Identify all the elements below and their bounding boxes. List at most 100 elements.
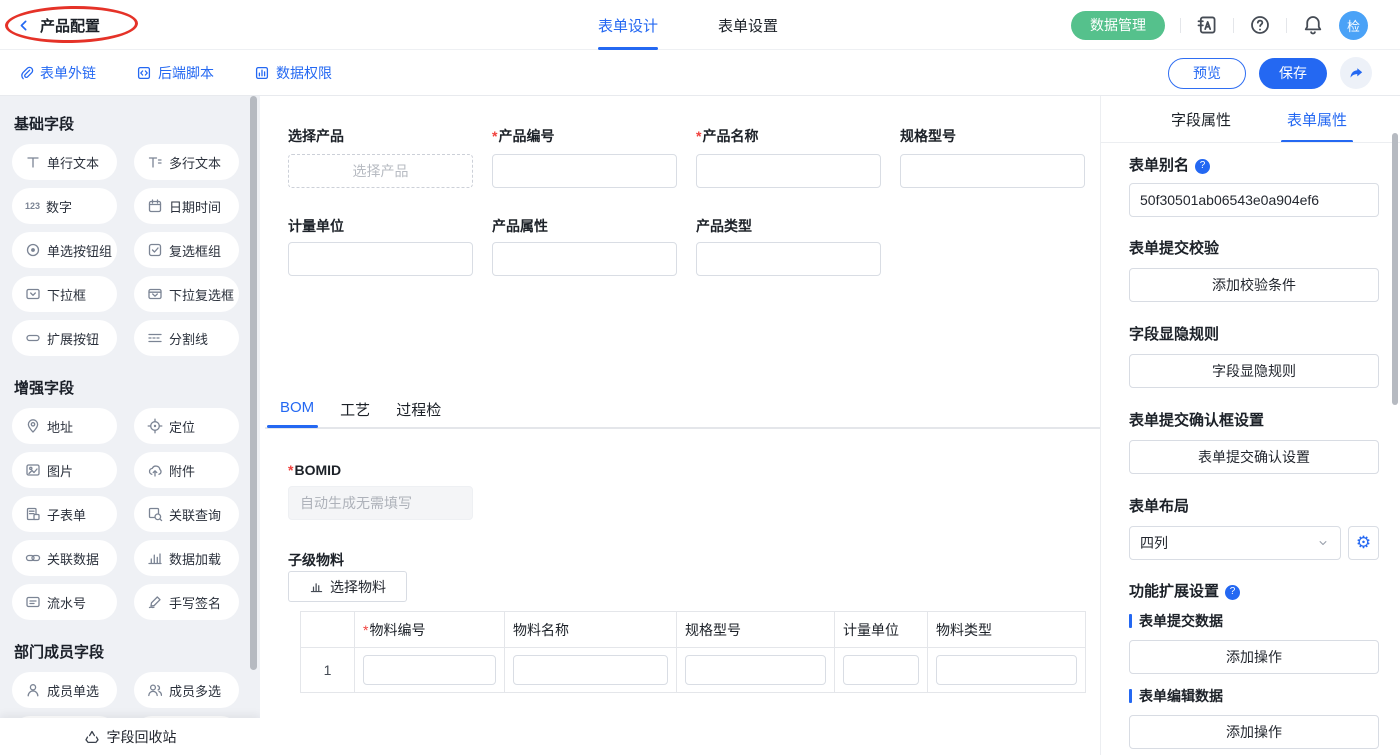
material-unit-input[interactable] [843,655,919,685]
field-item-relation-query[interactable]: 关联查询 [134,496,239,532]
help-icon[interactable] [1249,14,1271,36]
field-item-subform[interactable]: 子表单 [12,496,117,532]
expand-button-icon [25,330,41,346]
field-visibility-label: 字段显隐规则 [1129,327,1219,343]
select-material-button[interactable]: 选择物料 [288,571,407,602]
field-visibility-button[interactable]: 字段显隐规则 [1129,354,1379,388]
divider [1286,18,1287,33]
field-label-unit: 计量单位 [288,218,344,234]
panel-scrollbar[interactable] [1392,133,1398,405]
form-alias-input[interactable] [1129,183,1379,217]
select-icon [25,286,41,302]
preview-button[interactable]: 预览 [1168,58,1246,89]
product-attr-input[interactable] [492,242,677,276]
field-item-divider[interactable]: 分割线 [134,320,239,356]
header-cell-index [301,612,355,647]
number-icon: 123 [25,201,40,211]
tab-process[interactable]: 工艺 [340,399,370,420]
tab-process-check[interactable]: 过程检 [396,399,441,420]
header-cell-material-name: 物料名称 [505,612,677,647]
tab-form-settings[interactable]: 表单设置 [718,0,778,50]
tab-field-properties[interactable]: 字段属性 [1171,109,1231,130]
add-validation-button[interactable]: 添加校验条件 [1129,268,1379,302]
data-manage-button[interactable]: 数据管理 [1071,11,1165,40]
field-item-locate[interactable]: 定位 [134,408,239,444]
field-item-image[interactable]: 图片 [12,452,117,488]
field-item-number[interactable]: 123数字 [12,188,117,224]
field-item-select[interactable]: 下拉框 [12,276,117,312]
material-type-input[interactable] [936,655,1077,685]
field-label-bomid: *BOMID [288,462,341,478]
help-badge-icon[interactable]: ? [1195,159,1210,174]
enhanced-fields-grid: 地址 定位 图片 附件 子表单 关联查询 关联数据 数据加载 流水号 手写签名 [0,408,260,620]
field-item-signature[interactable]: 手写签名 [134,584,239,620]
field-item-serial-number[interactable]: 流水号 [12,584,117,620]
add-submit-action-button[interactable]: 添加操作 [1129,640,1379,674]
material-name-input[interactable] [513,655,668,685]
header-cell-material-code: *物料编号 [355,612,505,647]
tab-bom[interactable]: BOM [280,399,314,420]
field-item-data-load[interactable]: 数据加载 [134,540,239,576]
page-title: 产品配置 [40,15,100,36]
field-item-member-multi[interactable]: 成员多选 [134,672,239,708]
product-code-input[interactable] [492,154,677,188]
field-item-relation-data[interactable]: 关联数据 [12,540,117,576]
cell-material-name [505,648,677,692]
tab-form-design[interactable]: 表单设计 [598,0,658,50]
basic-fields-grid: 单行文本 多行文本 123数字 日期时间 单选按钮组 复选框组 下拉框 下拉复选… [0,144,260,356]
field-item-attachment[interactable]: 附件 [134,452,239,488]
cell-unit [835,648,928,692]
header-actions: 数据管理 检 [1071,0,1368,50]
properties-panel: 字段属性 表单属性 表单别名 ? 表单提交校验 添加校验条件 字段显隐规则 字段… [1100,96,1400,755]
product-type-input[interactable] [696,242,881,276]
submit-confirm-button[interactable]: 表单提交确认设置 [1129,440,1379,474]
tab-form-properties[interactable]: 表单属性 [1287,109,1347,130]
field-item-checkbox-group[interactable]: 复选框组 [134,232,239,268]
locate-icon [147,418,163,434]
toolbar-actions: 预览 保存 [1168,57,1372,89]
bell-icon[interactable] [1302,14,1324,36]
field-item-multi-line-text[interactable]: 多行文本 [134,144,239,180]
field-item-expand-button[interactable]: 扩展按钮 [12,320,117,356]
data-permission-icon [254,65,270,81]
share-arrow-icon [1348,65,1364,81]
help-badge-icon[interactable]: ? [1225,585,1240,600]
select-product-picker[interactable]: 选择产品 [288,154,473,188]
field-item-member-single[interactable]: 成员单选 [12,672,117,708]
radio-group-icon [25,242,41,258]
back-button[interactable]: 产品配置 [16,0,100,50]
form-layout-select[interactable]: 四列 [1129,526,1341,560]
field-item-multi-select[interactable]: 下拉复选框 [134,276,239,312]
field-recycle-station[interactable]: 字段回收站 [0,718,260,755]
save-button[interactable]: 保存 [1259,58,1327,89]
contacts-icon[interactable] [1196,14,1218,36]
material-code-input[interactable] [363,655,496,685]
edit-data-sublabel: 表单编辑数据 [1129,686,1223,706]
divider [1180,18,1181,33]
unit-input[interactable] [288,242,473,276]
relation-data-icon [25,550,41,566]
form-designer-app: 产品配置 表单设计 表单设置 数据管理 检 表单外链 后端脚本 [0,0,1400,755]
field-item-datetime[interactable]: 日期时间 [134,188,239,224]
app-header: 产品配置 表单设计 表单设置 数据管理 检 [0,0,1400,50]
form-external-link[interactable]: 表单外链 [18,63,96,83]
submit-confirm-label: 表单提交确认框设置 [1129,413,1264,429]
material-spec-input[interactable] [685,655,826,685]
submit-data-sublabel: 表单提交数据 [1129,611,1223,631]
single-line-text-icon [25,154,41,170]
spec-model-input[interactable] [900,154,1085,188]
paperclip-icon [18,65,34,81]
add-edit-action-button[interactable]: 添加操作 [1129,715,1379,749]
field-item-single-line-text[interactable]: 单行文本 [12,144,117,180]
field-item-radio-group[interactable]: 单选按钮组 [12,232,117,268]
backend-script-link[interactable]: 后端脚本 [136,63,214,83]
user-avatar[interactable]: 检 [1339,11,1368,40]
product-name-input[interactable] [696,154,881,188]
field-label-product-attr: 产品属性 [492,218,548,234]
layout-settings-button[interactable]: ⚙ [1348,526,1379,560]
share-button[interactable] [1340,57,1372,89]
field-item-address[interactable]: 地址 [12,408,117,444]
field-palette-sidebar: 基础字段 单行文本 多行文本 123数字 日期时间 单选按钮组 复选框组 下拉框… [0,96,260,755]
sidebar-scrollbar[interactable] [250,96,257,670]
data-permission-link[interactable]: 数据权限 [254,63,332,83]
